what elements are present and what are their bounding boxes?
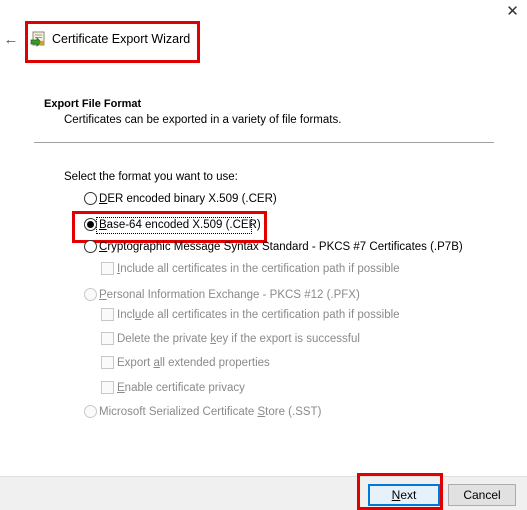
radio-sst-label: Microsoft Serialized Certificate Store (… bbox=[99, 405, 322, 418]
radio-pkcs7-label: Cryptographic Message Syntax Standard - … bbox=[99, 240, 463, 253]
radio-circle-selected[interactable] bbox=[84, 218, 97, 231]
radio-base64-label: Base-64 encoded X.509 (.CER) bbox=[99, 218, 261, 231]
cancel-button[interactable]: Cancel bbox=[448, 484, 516, 506]
checkbox-enable-certificate-privacy[interactable]: Enable certificate privacy bbox=[101, 381, 245, 394]
next-annotation-highlight bbox=[357, 473, 443, 510]
close-icon: ✕ bbox=[506, 3, 519, 20]
format-prompt: Select the format you want to use: bbox=[64, 171, 238, 183]
checkbox-pkcs7-include-all[interactable]: Include all certificates in the certific… bbox=[101, 262, 400, 275]
checkbox-delete-key-label: Delete the private key if the export is … bbox=[117, 332, 360, 345]
section-title: Export File Format bbox=[44, 98, 142, 110]
checkbox-box[interactable] bbox=[101, 308, 114, 321]
radio-circle[interactable] bbox=[84, 240, 97, 253]
section-description: Certificates can be exported in a variet… bbox=[64, 114, 342, 126]
checkbox-pfx-include-label: Include all certificates in the certific… bbox=[117, 308, 400, 321]
radio-pfx-label: Personal Information Exchange - PKCS #12… bbox=[99, 288, 360, 301]
close-button[interactable]: ✕ bbox=[498, 0, 527, 22]
radio-circle-disabled[interactable] bbox=[84, 405, 97, 418]
radio-base64-encoded[interactable]: Base-64 encoded X.509 (.CER) bbox=[84, 218, 261, 231]
radio-pfx[interactable]: Personal Information Exchange - PKCS #12… bbox=[84, 288, 360, 301]
cancel-button-label: Cancel bbox=[463, 488, 501, 502]
checkbox-export-props-label: Export all extended properties bbox=[117, 356, 270, 369]
checkbox-pkcs7-include-label: Include all certificates in the certific… bbox=[117, 262, 400, 275]
header-divider bbox=[34, 142, 494, 143]
wizard-title: Certificate Export Wizard bbox=[52, 32, 191, 46]
back-button[interactable]: ← bbox=[3, 30, 19, 48]
checkbox-box[interactable] bbox=[101, 356, 114, 369]
back-arrow-icon: ← bbox=[3, 30, 19, 48]
radio-pkcs7[interactable]: Cryptographic Message Syntax Standard - … bbox=[84, 240, 463, 253]
radio-sst[interactable]: Microsoft Serialized Certificate Store (… bbox=[84, 405, 321, 418]
checkbox-delete-private-key[interactable]: Delete the private key if the export is … bbox=[101, 332, 360, 345]
radio-der-label: DER encoded binary X.509 (.CER) bbox=[99, 192, 277, 205]
checkbox-box[interactable] bbox=[101, 262, 114, 275]
checkbox-privacy-label: Enable certificate privacy bbox=[117, 381, 245, 394]
radio-circle-disabled[interactable] bbox=[84, 288, 97, 301]
checkbox-box[interactable] bbox=[101, 332, 114, 345]
radio-der-encoded[interactable]: DER encoded binary X.509 (.CER) bbox=[84, 192, 277, 205]
checkbox-export-extended-properties[interactable]: Export all extended properties bbox=[101, 356, 270, 369]
checkbox-pfx-include-all[interactable]: Include all certificates in the certific… bbox=[101, 308, 400, 321]
certificate-wizard-icon bbox=[30, 31, 45, 47]
radio-circle[interactable] bbox=[84, 192, 97, 205]
checkbox-box[interactable] bbox=[101, 381, 114, 394]
